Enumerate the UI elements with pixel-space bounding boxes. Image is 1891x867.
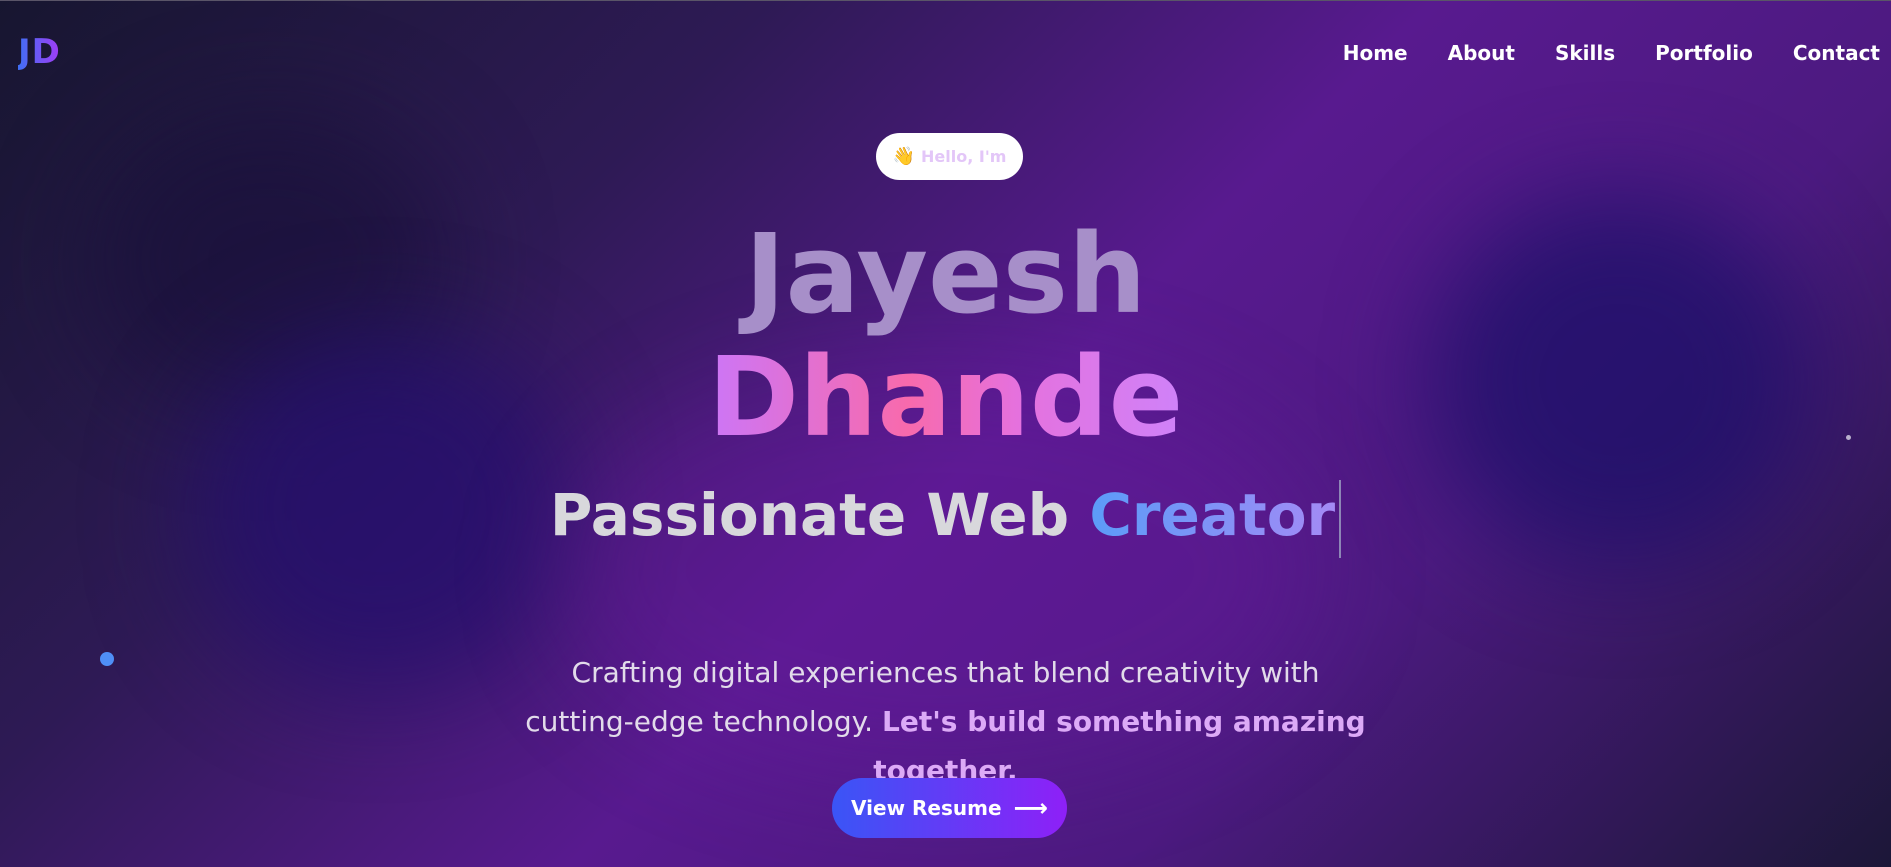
site-logo[interactable]: JD bbox=[18, 32, 61, 72]
hero-last-name-wrapper: Dhande bbox=[0, 335, 1891, 460]
hero-description: Crafting digital experiences that blend … bbox=[520, 648, 1371, 795]
greeting-text: Hello, I'm bbox=[921, 147, 1007, 166]
nav-links: Home About Skills Portfolio Contact bbox=[1343, 41, 1880, 65]
waving-hand-icon: 👋 bbox=[892, 146, 916, 167]
nav-link-portfolio[interactable]: Portfolio bbox=[1655, 41, 1753, 65]
nav-link-skills[interactable]: Skills bbox=[1555, 41, 1615, 65]
hero-tagline: Passionate Web Creator bbox=[0, 475, 1891, 558]
tagline-accent: Creator bbox=[1089, 481, 1336, 549]
hero-page: JD Home About Skills Portfolio Contact 👋… bbox=[0, 0, 1891, 867]
greeting-badge: 👋 Hello, I'm bbox=[876, 133, 1023, 180]
nav-link-home[interactable]: Home bbox=[1343, 41, 1408, 65]
top-navigation: JD Home About Skills Portfolio Contact bbox=[0, 0, 1891, 105]
hero-first-name: Jayesh bbox=[744, 210, 1147, 338]
view-resume-label: View Resume bbox=[851, 796, 1002, 820]
nav-link-contact[interactable]: Contact bbox=[1793, 41, 1880, 65]
description-highlight: Let's build something amazing together. bbox=[873, 705, 1366, 787]
view-resume-button[interactable]: View Resume ⟶ bbox=[832, 778, 1067, 838]
nav-link-about[interactable]: About bbox=[1448, 41, 1515, 65]
tagline-static: Passionate Web bbox=[549, 481, 1070, 549]
hero-last-name: Dhande bbox=[707, 333, 1184, 461]
floating-dot bbox=[100, 652, 114, 666]
arrow-right-icon: ⟶ bbox=[1013, 794, 1048, 822]
typing-caret bbox=[1339, 479, 1342, 558]
